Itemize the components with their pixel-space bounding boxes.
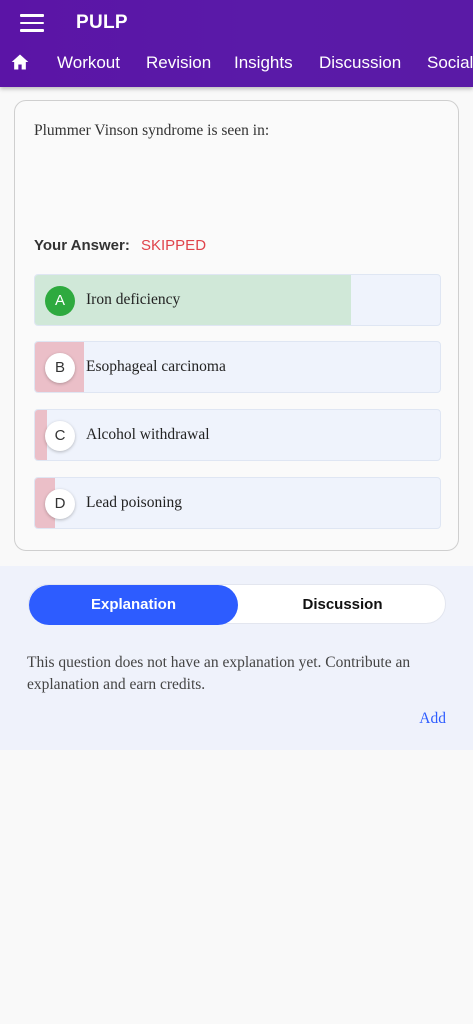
tab-revision[interactable]: Revision xyxy=(146,53,211,73)
option-letter: D xyxy=(45,489,75,519)
hamburger-icon[interactable] xyxy=(20,14,44,34)
app-title: PULP xyxy=(76,12,128,33)
app-bar: PULP Workout Revision Insights Discussio… xyxy=(0,0,473,87)
option-label: Esophageal carcinoma xyxy=(86,358,226,375)
option-a[interactable]: A Iron deficiency xyxy=(34,274,441,326)
option-label: Iron deficiency xyxy=(86,291,181,308)
option-b[interactable]: B Esophageal carcinoma xyxy=(34,341,441,393)
tab-discussion-panel[interactable]: Discussion xyxy=(238,585,447,625)
option-c[interactable]: C Alcohol withdrawal xyxy=(34,409,441,461)
option-label: Alcohol withdrawal xyxy=(86,426,210,443)
add-explanation-link[interactable]: Add xyxy=(419,710,446,728)
explanation-toggle: Explanation Discussion xyxy=(28,584,447,625)
tab-workout[interactable]: Workout xyxy=(57,53,120,73)
tab-insights[interactable]: Insights xyxy=(234,53,293,73)
option-letter: C xyxy=(45,421,75,451)
your-answer-label: Your Answer: xyxy=(34,237,130,254)
option-letter: B xyxy=(45,353,75,383)
answer-status: SKIPPED xyxy=(141,237,207,254)
option-label: Lead poisoning xyxy=(86,494,182,511)
tab-discussion[interactable]: Discussion xyxy=(319,53,401,73)
home-icon[interactable] xyxy=(10,52,30,72)
tab-social[interactable]: Social xyxy=(427,53,473,73)
option-d[interactable]: D Lead poisoning xyxy=(34,477,441,529)
tab-explanation[interactable]: Explanation xyxy=(29,585,238,625)
explanation-section: Explanation Discussion This question doe… xyxy=(0,566,473,750)
response-bar xyxy=(35,275,351,325)
option-letter: A xyxy=(45,286,75,316)
explanation-text: This question does not have an explanati… xyxy=(27,654,411,693)
question-card: Plummer Vinson syndrome is seen in: Your… xyxy=(14,100,459,551)
question-text: Plummer Vinson syndrome is seen in: xyxy=(34,122,270,139)
